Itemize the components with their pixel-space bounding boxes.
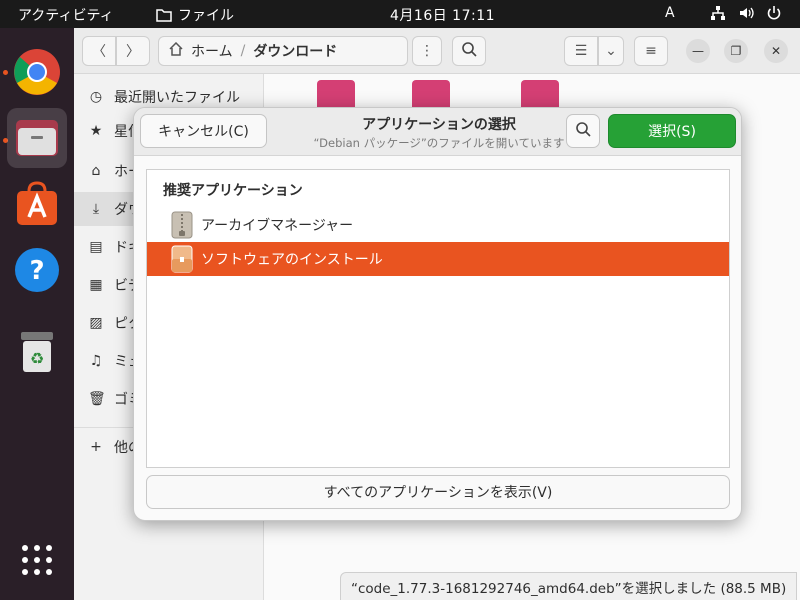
archive-manager-icon	[171, 211, 193, 239]
trash-icon: 🗑	[88, 391, 106, 407]
show-apps-icon[interactable]	[7, 530, 67, 590]
back-button[interactable]: 〈	[82, 36, 116, 66]
search-button[interactable]	[452, 36, 486, 66]
volume-icon	[738, 5, 754, 21]
dialog-subtitle: “Debian パッケージ”のファイルを開いています	[313, 136, 565, 150]
dialog-search-button[interactable]	[566, 114, 600, 148]
hamburger-icon: ≡	[645, 43, 657, 59]
minimize-icon: —	[692, 44, 704, 58]
app-row-software-install[interactable]: ソフトウェアのインストール	[147, 242, 729, 276]
app-row-label: アーカイブマネージャー	[201, 218, 354, 234]
header-bar: 〈 〉 ホーム / ダウンロード ⋮ ☰ ⌄ ≡ — ❐ ✕	[74, 28, 800, 74]
system-tray[interactable]	[710, 5, 782, 21]
input-source-indicator[interactable]: A	[665, 5, 675, 21]
download-icon: ⤓	[92, 201, 100, 217]
list-heading: 推奨アプリケーション	[163, 183, 303, 199]
music-icon: ♫	[89, 353, 103, 369]
clock[interactable]: 4月16日 17:11	[390, 5, 495, 25]
kebab-icon: ⋮	[420, 43, 434, 59]
chevron-down-icon: ⌄	[605, 43, 617, 59]
dialog-title: アプリケーションの選択	[362, 117, 516, 133]
search-icon	[461, 41, 477, 61]
path-home[interactable]: ホーム	[191, 41, 233, 61]
view-options-button[interactable]: ⌄	[598, 36, 624, 66]
close-icon: ✕	[770, 44, 782, 58]
forward-button[interactable]: 〉	[116, 36, 150, 66]
app-list: 推奨アプリケーション アーカイブマネージャー ソフトウェアのインストール	[146, 169, 730, 468]
select-button[interactable]: 選択(S)	[608, 114, 736, 148]
app-row-label: ソフトウェアのインストール	[201, 252, 383, 268]
chevron-right-icon: 〉	[126, 44, 140, 60]
path-separator: /	[240, 43, 246, 59]
path-current[interactable]: ダウンロード	[253, 41, 337, 61]
path-bar[interactable]: ホーム / ダウンロード	[158, 36, 408, 66]
path-menu-button[interactable]: ⋮	[412, 36, 442, 66]
picture-icon: ▨	[89, 315, 103, 331]
package-file-icon[interactable]	[521, 80, 559, 108]
app-row-archive-manager[interactable]: アーカイブマネージャー	[147, 208, 729, 242]
plus-icon: +	[90, 439, 102, 455]
files-icon[interactable]	[7, 108, 67, 168]
home-icon: ⌂	[91, 163, 101, 179]
status-bar: “code_1.77.3-1681292746_amd64.deb”を選択しまし…	[340, 572, 798, 600]
software-install-icon	[171, 245, 193, 273]
package-file-icon[interactable]	[412, 80, 450, 108]
chevron-left-icon: 〈	[92, 44, 106, 60]
sidebar-item-label: 最近開いたファイル	[114, 90, 240, 106]
app-menu[interactable]: ファイル	[156, 5, 234, 25]
maximize-button[interactable]: ❐	[724, 39, 748, 63]
power-icon	[766, 5, 782, 21]
activities-button[interactable]: アクティビティ	[18, 5, 114, 25]
list-view-icon: ☰	[574, 43, 588, 59]
folder-icon	[156, 8, 172, 22]
document-icon: ▤	[89, 239, 103, 255]
trash-icon[interactable]: ♻	[7, 322, 67, 382]
app-chooser-dialog: キャンセル(C) アプリケーションの選択 “Debian パッケージ”のファイル…	[133, 107, 742, 521]
minimize-button[interactable]: —	[686, 39, 710, 63]
main-menu-button[interactable]: ≡	[634, 36, 668, 66]
show-all-apps-button[interactable]: すべてのアプリケーションを表示(V)	[146, 475, 730, 509]
svg-text:?: ?	[29, 256, 44, 286]
home-icon	[169, 41, 183, 60]
app-center-icon[interactable]	[7, 174, 67, 234]
help-icon[interactable]: ?	[7, 240, 67, 300]
dock: ? ♻	[0, 28, 74, 600]
maximize-icon: ❐	[730, 44, 742, 58]
dialog-header: キャンセル(C) アプリケーションの選択 “Debian パッケージ”のファイル…	[134, 108, 741, 156]
search-icon	[575, 121, 591, 141]
chrome-icon[interactable]	[7, 42, 67, 102]
package-file-icon[interactable]	[317, 80, 355, 108]
top-bar: アクティビティ ファイル 4月16日 17:11 A	[0, 0, 800, 28]
close-button[interactable]: ✕	[764, 39, 788, 63]
svg-text:♻: ♻	[30, 349, 44, 368]
star-icon: ★	[89, 123, 103, 139]
network-icon	[710, 5, 726, 21]
clock-icon: ◷	[89, 89, 103, 105]
cancel-button[interactable]: キャンセル(C)	[140, 114, 267, 148]
video-icon: ▦	[89, 277, 103, 293]
app-menu-label: ファイル	[178, 8, 234, 24]
view-list-button[interactable]: ☰	[564, 36, 598, 66]
